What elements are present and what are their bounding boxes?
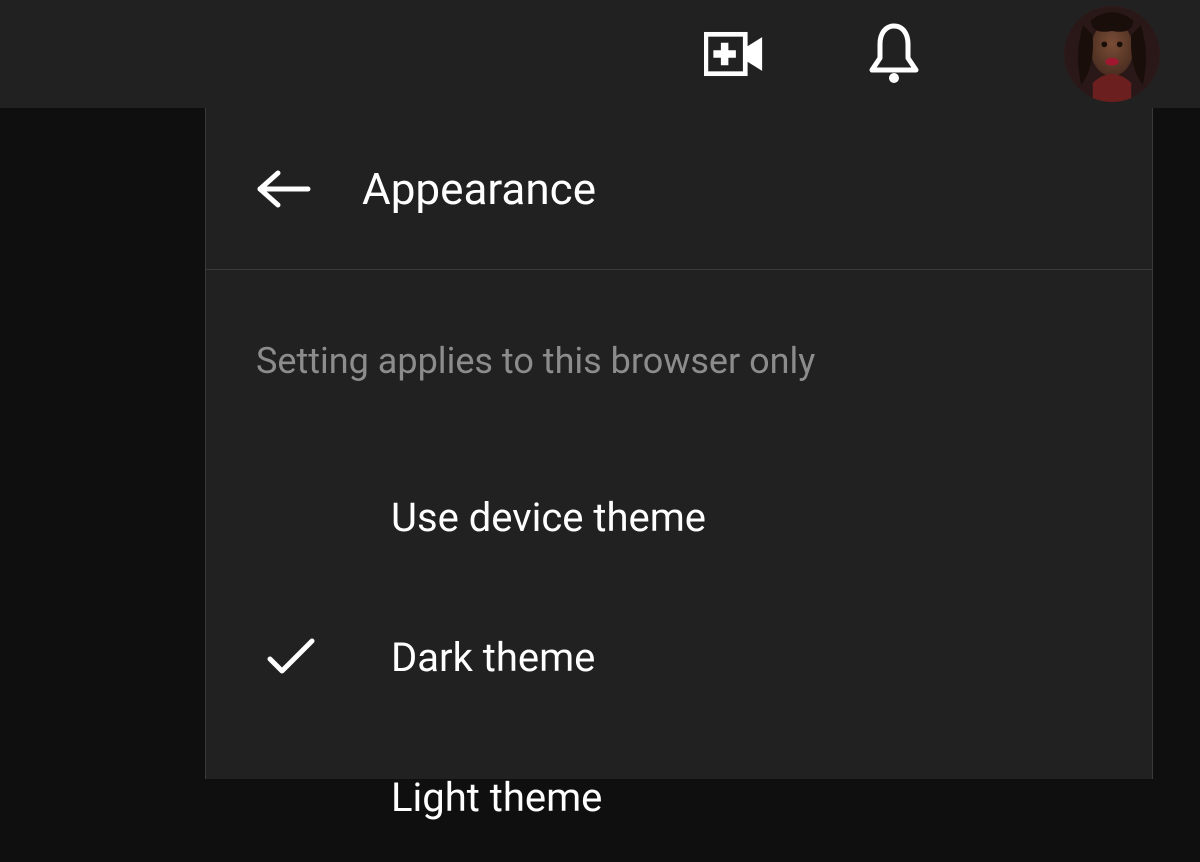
option-dark-theme[interactable]: Dark theme xyxy=(206,592,1152,722)
topbar xyxy=(0,0,1200,108)
back-button[interactable] xyxy=(256,169,312,209)
option-label: Use device theme xyxy=(391,494,706,541)
create-video-icon xyxy=(704,30,764,78)
panel-hint: Setting applies to this browser only xyxy=(206,340,1152,382)
check-slot xyxy=(266,627,326,687)
check-icon xyxy=(266,637,316,677)
panel-title: Appearance xyxy=(362,163,596,215)
option-label: Light theme xyxy=(391,774,602,821)
spacer xyxy=(206,582,1152,592)
option-use-device-theme[interactable]: Use device theme xyxy=(206,452,1152,582)
option-light-theme[interactable]: Light theme xyxy=(206,732,1152,862)
spacer xyxy=(206,722,1152,732)
panel-body: Setting applies to this browser only Use… xyxy=(206,270,1152,862)
appearance-panel: Appearance Setting applies to this brows… xyxy=(205,108,1153,779)
avatar-image xyxy=(1064,6,1160,102)
avatar[interactable] xyxy=(1064,6,1160,102)
arrow-left-icon xyxy=(256,169,312,209)
create-video-button[interactable] xyxy=(704,24,764,84)
notifications-button[interactable] xyxy=(864,24,924,84)
check-slot xyxy=(266,487,326,547)
panel-header: Appearance xyxy=(206,108,1152,270)
option-label: Dark theme xyxy=(391,634,595,681)
bell-icon xyxy=(864,22,924,86)
check-slot xyxy=(266,767,326,827)
